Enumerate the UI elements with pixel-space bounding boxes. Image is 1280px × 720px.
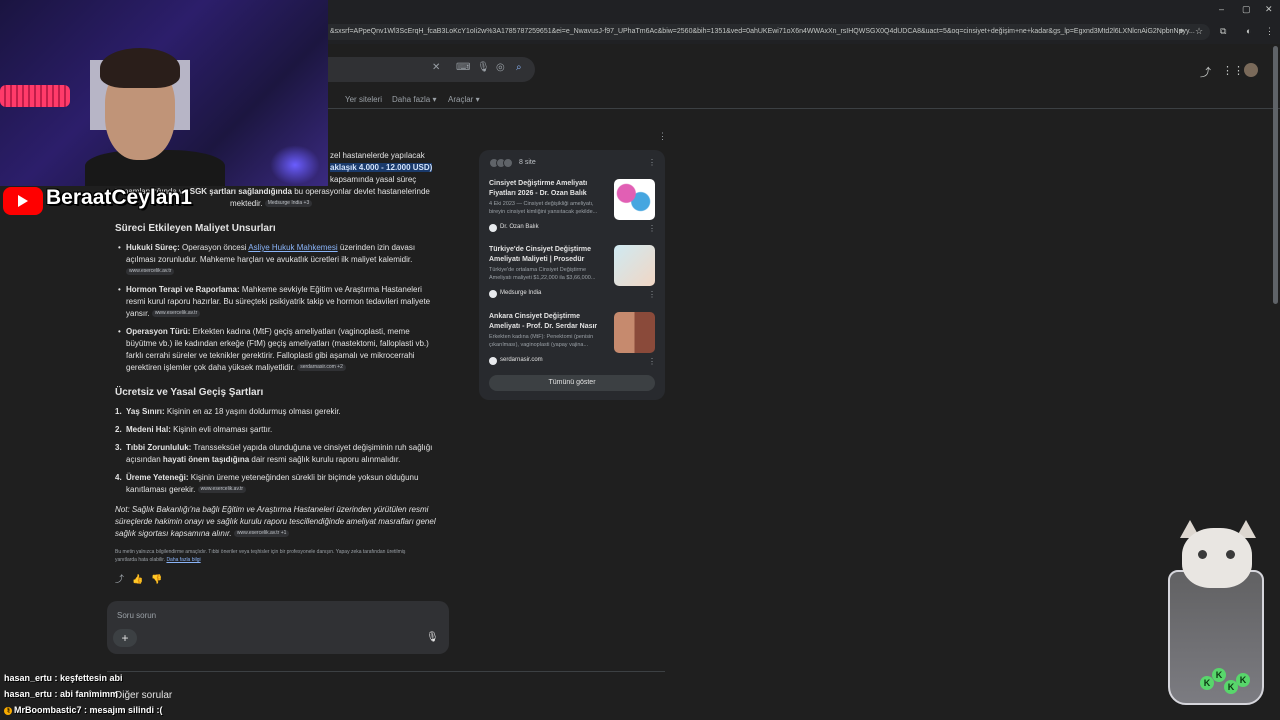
play-icon [18, 195, 28, 207]
search-icon[interactable]: ⌕ [516, 62, 522, 73]
list-item: 1. Yaş Sınırı: Kişinin en az 18 yaşını do… [115, 407, 341, 416]
section-divider [107, 671, 665, 672]
tab-web[interactable]: Yer siteleri [345, 95, 382, 104]
thumbs-up-icon[interactable]: 👍 [132, 574, 143, 584]
court-link[interactable]: Asliye Hukuk Mahkemesi [248, 243, 337, 252]
list-item: Hukuki Süreç: Operasyon öncesi Asliye Hu… [118, 242, 438, 278]
minimize-icon[interactable]: – [1219, 4, 1224, 14]
location-icon[interactable]: ⌖ [1179, 26, 1184, 37]
source-more-icon[interactable]: ⋮ [648, 357, 656, 366]
add-attachment-button[interactable]: + [113, 629, 137, 647]
scrollbar[interactable] [1273, 46, 1278, 304]
sources-more-icon[interactable]: ⋮ [648, 158, 656, 167]
k-badge-icon: K [1212, 668, 1226, 682]
list-item: Hormon Terapi ve Raporlama: Mahkeme sevk… [118, 284, 438, 320]
list-item: 2. Medeni Hal: Kişinin evli olmaması şart… [115, 425, 273, 434]
section-title-conditions: Ücretsiz ve Yasal Geçiş Şartları [115, 387, 264, 398]
source-favicon [489, 357, 497, 365]
source-chip[interactable]: www.esercelik.av.tr [126, 268, 175, 276]
source-snippet: 4 Eki 2023 — Cinsiyet değişikliği ameliy… [489, 201, 598, 215]
source-chip[interactable]: www.esercelik.av.tr [151, 310, 201, 318]
microphone-icon[interactable]: 🎙 [426, 632, 439, 643]
ask-input[interactable] [107, 601, 449, 654]
cat-glass-overlay [1168, 570, 1264, 705]
account-avatar[interactable] [1244, 63, 1258, 77]
source-thumbnail[interactable] [614, 312, 655, 353]
show-all-button[interactable]: Tümünü göster [489, 375, 655, 391]
webcam-overlay [0, 0, 328, 186]
address-bar[interactable]: &sxsrf=APpeQnv1Wl3ScErqH_fcaB3LoKcY1oIi2… [322, 24, 1210, 40]
source-more-icon[interactable]: ⋮ [648, 290, 656, 299]
chat-message: ! MrBoombastic7 : mesajım silindi :( [4, 705, 163, 715]
clear-search-icon[interactable]: ✕ [432, 62, 440, 73]
share-icon[interactable]: ⤴ [1200, 64, 1211, 80]
cat-head [1182, 528, 1252, 588]
list-item: 4. Üreme Yeteneği: Kişinin üreme yeteneği… [115, 473, 419, 494]
source-snippet: Türkiye'de ortalama Cinsiyet Değiştirme … [489, 267, 596, 281]
intro-line1: zel hastanelerde yapılacak [330, 151, 425, 160]
browser-menu-icon[interactable]: ⋮ [1265, 26, 1274, 37]
legal-note: Not: Sağlık Bakanlığı'na bağlı Eğitim ve… [115, 505, 436, 538]
streamer-name: BeraatCeylan1 [46, 186, 192, 209]
maximize-icon[interactable]: ▢ [1242, 4, 1251, 15]
cat-eye [1226, 550, 1235, 559]
source-more-icon[interactable]: ⋮ [648, 224, 656, 233]
source-title[interactable]: Türkiye'de Cinsiyet Değiştirme Ameliyatı… [489, 245, 609, 265]
source-chip[interactable]: serdarnasir.com +2 [297, 364, 346, 372]
source-title[interactable]: Cinsiyet Değiştirme Ameliyatı Fiyatları … [489, 179, 609, 199]
close-window-icon[interactable]: ✕ [1265, 4, 1273, 15]
source-favicon [489, 224, 497, 232]
sources-count: 8 site [519, 159, 536, 166]
list-item: Operasyon Türü: Erkekten kadına (MtF) ge… [118, 326, 438, 374]
feedback-actions: ⤴ 👍 👎 [115, 572, 170, 585]
bookmark-star-icon[interactable]: ☆ [1195, 26, 1203, 37]
intro-price: aklaşık 4.000 - 12.000 USD) [330, 163, 433, 172]
lens-icon[interactable]: ◎ [496, 62, 505, 73]
k-badge-icon: K [1236, 673, 1250, 687]
learn-more-link[interactable]: Daha fazla bilgi [166, 557, 200, 563]
warning-icon: ! [4, 706, 12, 715]
profile-icon[interactable]: ◐ [1246, 26, 1251, 36]
source-chip[interactable]: www.esercelik.av.tr +1 [233, 530, 290, 538]
source-site: serdarnasir.com [500, 357, 543, 363]
source-site: Medsurge India [500, 290, 542, 296]
more-questions-heading: Diğer sorular [115, 690, 173, 701]
keyboard-icon[interactable]: ⌨ [456, 62, 470, 73]
intro-line3: kapsamında yasal süreç [330, 175, 417, 184]
thumbs-down-icon[interactable]: 👎 [151, 574, 162, 584]
overview-more-icon[interactable]: ⋮ [658, 131, 667, 142]
extensions-icon[interactable]: ⧉ [1220, 26, 1226, 37]
source-chip[interactable]: www.esercelik.av.tr [197, 486, 247, 494]
source-favicon [489, 290, 497, 298]
chat-message: hasan_ertu : abi fanîmimm [4, 689, 119, 699]
apps-grid-icon[interactable]: ⋮⋮ [1222, 64, 1244, 77]
voice-search-icon[interactable]: 🎙 [477, 62, 490, 73]
source-site: Dr. Ozan Balık [500, 224, 539, 230]
cat-eye [1198, 550, 1207, 559]
ask-placeholder: Soru sorun [117, 611, 157, 620]
source-chip[interactable]: Medsurge India +3 [264, 200, 313, 208]
tab-more[interactable]: Daha fazla ▾ [392, 95, 437, 104]
ai-disclaimer: Bu metin yalnızca bilgilendirme amaçlıdı… [115, 549, 406, 563]
source-thumbnail[interactable] [614, 245, 655, 286]
chat-message: hasan_ertu : keşfettesin abi [4, 673, 123, 683]
list-item: 3. Tıbbi Zorunluluk: Transseksüel yapıda … [115, 443, 433, 464]
tab-tools[interactable]: Araçlar ▾ [448, 95, 480, 104]
section-title-costs: Süreci Etkileyen Maliyet Unsurları [115, 223, 276, 234]
source-thumbnail[interactable] [614, 179, 655, 220]
share-icon[interactable]: ⤴ [115, 574, 124, 584]
source-snippet: Erkekten kadına (MtF): Penektomi (penisi… [489, 334, 594, 348]
source-favicons [489, 158, 513, 170]
source-title[interactable]: Ankara Cinsiyet Değiştirme Ameliyatı - P… [489, 312, 609, 332]
